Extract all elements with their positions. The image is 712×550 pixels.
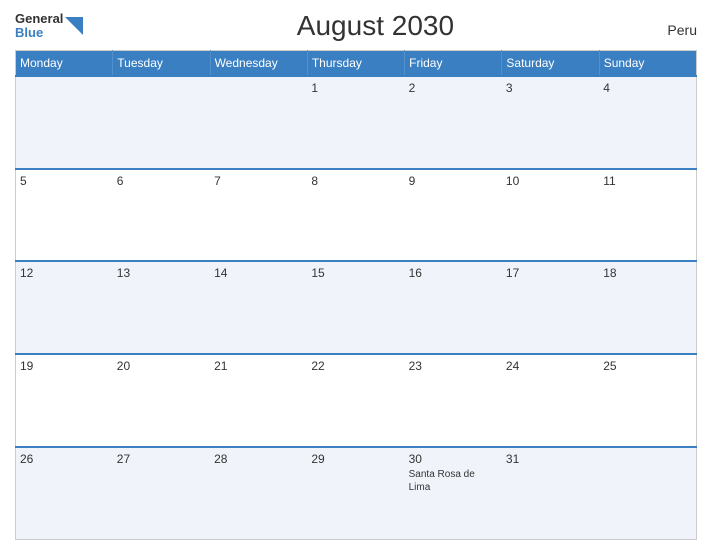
cell-day-number: 19 bbox=[20, 359, 109, 373]
calendar-cell: 26 bbox=[16, 447, 113, 540]
calendar-cell: 6 bbox=[113, 169, 210, 262]
logo: General Blue bbox=[15, 12, 83, 41]
calendar-cell: 12 bbox=[16, 261, 113, 354]
cell-day-number: 21 bbox=[214, 359, 303, 373]
calendar-cell: 9 bbox=[405, 169, 502, 262]
cell-day-number: 23 bbox=[409, 359, 498, 373]
country-label: Peru bbox=[667, 22, 697, 42]
cell-day-number: 31 bbox=[506, 452, 595, 466]
calendar-cell: 13 bbox=[113, 261, 210, 354]
calendar-week-4: 19 20 21 22 23 24 25 bbox=[16, 354, 697, 447]
page: General Blue August 2030 Peru Monday Tue… bbox=[0, 0, 712, 550]
calendar-cell bbox=[210, 76, 307, 169]
header-monday: Monday bbox=[16, 51, 113, 77]
calendar-cell: 16 bbox=[405, 261, 502, 354]
calendar-header: Monday Tuesday Wednesday Thursday Friday… bbox=[16, 51, 697, 77]
cell-day-number: 9 bbox=[409, 174, 498, 188]
calendar-cell: 29 bbox=[307, 447, 404, 540]
calendar-cell: 7 bbox=[210, 169, 307, 262]
weekday-header-row: Monday Tuesday Wednesday Thursday Friday… bbox=[16, 51, 697, 77]
calendar-cell: 10 bbox=[502, 169, 599, 262]
calendar-cell: 31 bbox=[502, 447, 599, 540]
cell-day-number: 18 bbox=[603, 266, 692, 280]
cell-day-number: 1 bbox=[311, 81, 400, 95]
calendar-cell: 27 bbox=[113, 447, 210, 540]
calendar-cell: 2 bbox=[405, 76, 502, 169]
calendar-cell bbox=[16, 76, 113, 169]
cell-day-number: 5 bbox=[20, 174, 109, 188]
cell-day-number: 17 bbox=[506, 266, 595, 280]
header-wednesday: Wednesday bbox=[210, 51, 307, 77]
logo-text: General Blue bbox=[15, 12, 63, 41]
cell-day-number: 11 bbox=[603, 174, 692, 188]
calendar-cell: 17 bbox=[502, 261, 599, 354]
cell-day-number: 13 bbox=[117, 266, 206, 280]
calendar-table: Monday Tuesday Wednesday Thursday Friday… bbox=[15, 50, 697, 540]
cell-day-number: 12 bbox=[20, 266, 109, 280]
cell-day-number: 4 bbox=[603, 81, 692, 95]
calendar-cell: 1 bbox=[307, 76, 404, 169]
calendar-cell: 15 bbox=[307, 261, 404, 354]
calendar-cell: 19 bbox=[16, 354, 113, 447]
calendar-cell: 20 bbox=[113, 354, 210, 447]
calendar-cell: 28 bbox=[210, 447, 307, 540]
calendar-cell: 22 bbox=[307, 354, 404, 447]
cell-event-label: Santa Rosa de Lima bbox=[409, 468, 498, 494]
calendar-week-3: 12 13 14 15 16 17 18 bbox=[16, 261, 697, 354]
header-saturday: Saturday bbox=[502, 51, 599, 77]
calendar-cell: 8 bbox=[307, 169, 404, 262]
header-tuesday: Tuesday bbox=[113, 51, 210, 77]
calendar-cell: 3 bbox=[502, 76, 599, 169]
calendar-cell: 18 bbox=[599, 261, 696, 354]
calendar-cell: 30 Santa Rosa de Lima bbox=[405, 447, 502, 540]
cell-day-number: 15 bbox=[311, 266, 400, 280]
cell-day-number: 22 bbox=[311, 359, 400, 373]
header-sunday: Sunday bbox=[599, 51, 696, 77]
logo-general: General bbox=[15, 12, 63, 26]
calendar-cell: 14 bbox=[210, 261, 307, 354]
calendar-cell bbox=[113, 76, 210, 169]
cell-day-number: 25 bbox=[603, 359, 692, 373]
cell-day-number: 8 bbox=[311, 174, 400, 188]
cell-day-number: 10 bbox=[506, 174, 595, 188]
calendar-week-2: 56789 10 11 bbox=[16, 169, 697, 262]
cell-day-number: 28 bbox=[214, 452, 303, 466]
cell-day-number: 30 bbox=[409, 452, 498, 466]
calendar-cell bbox=[599, 447, 696, 540]
calendar-cell: 24 bbox=[502, 354, 599, 447]
cell-day-number: 6 bbox=[117, 174, 206, 188]
calendar-cell: 11 bbox=[599, 169, 696, 262]
cell-day-number: 20 bbox=[117, 359, 206, 373]
cell-day-number: 7 bbox=[214, 174, 303, 188]
cell-day-number: 2 bbox=[409, 81, 498, 95]
logo-blue: Blue bbox=[15, 26, 63, 40]
cell-day-number: 14 bbox=[214, 266, 303, 280]
cell-day-number: 3 bbox=[506, 81, 595, 95]
calendar-cell: 21 bbox=[210, 354, 307, 447]
calendar-body: 1234567891011121314151617181920212223242… bbox=[16, 76, 697, 540]
calendar-week-5: 26 27 28 29 30 Santa Rosa de Lima 31 bbox=[16, 447, 697, 540]
header-friday: Friday bbox=[405, 51, 502, 77]
calendar-cell: 4 bbox=[599, 76, 696, 169]
calendar-cell: 23 bbox=[405, 354, 502, 447]
calendar-cell: 25 bbox=[599, 354, 696, 447]
page-title: August 2030 bbox=[83, 10, 667, 42]
cell-day-number: 27 bbox=[117, 452, 206, 466]
cell-day-number: 26 bbox=[20, 452, 109, 466]
header: General Blue August 2030 Peru bbox=[15, 10, 697, 42]
header-thursday: Thursday bbox=[307, 51, 404, 77]
cell-day-number: 16 bbox=[409, 266, 498, 280]
cell-day-number: 29 bbox=[311, 452, 400, 466]
logo-icon bbox=[65, 17, 83, 35]
calendar-cell: 5 bbox=[16, 169, 113, 262]
calendar-week-1: 1234 bbox=[16, 76, 697, 169]
cell-day-number: 24 bbox=[506, 359, 595, 373]
